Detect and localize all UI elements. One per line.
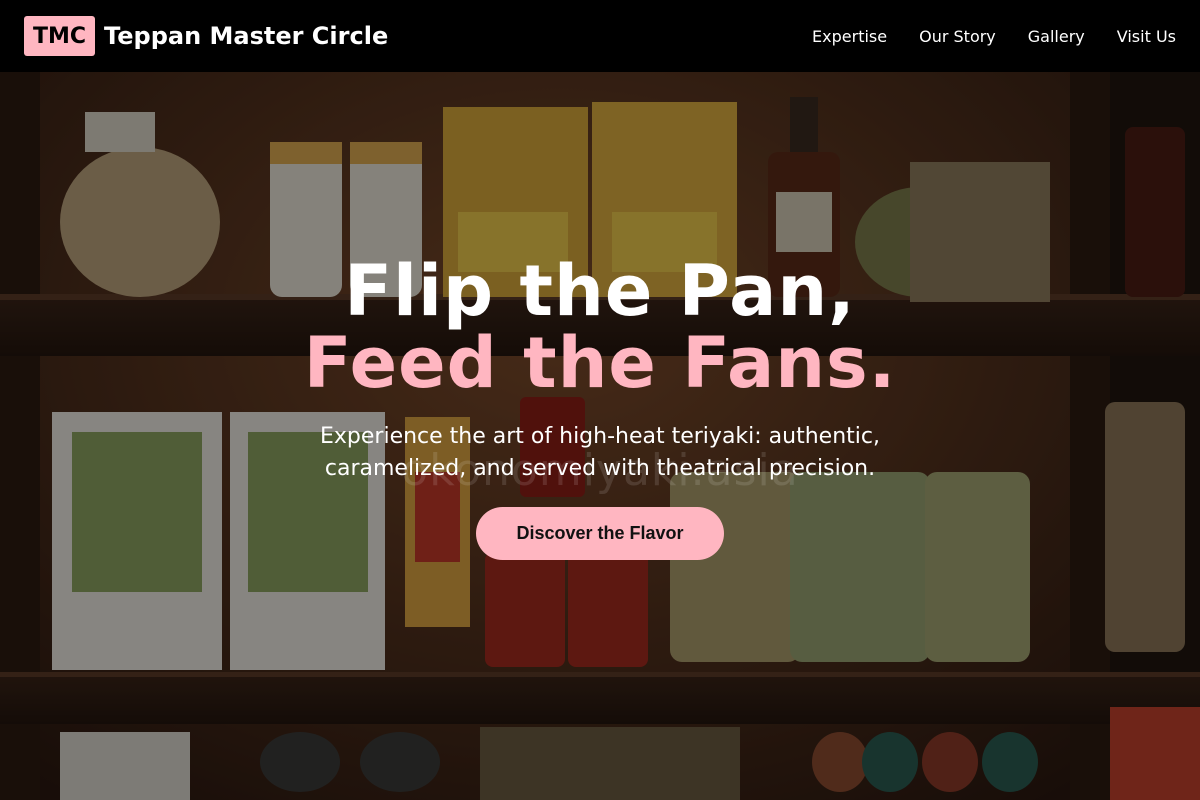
main-nav: Expertise Our Story Gallery Visit Us [812, 27, 1176, 46]
nav-link-gallery[interactable]: Gallery [1028, 27, 1085, 46]
hero-title: Flip the Pan, Feed the Fans. [0, 255, 1200, 399]
hero-title-line-1: Flip the Pan, [344, 250, 856, 332]
hero-section: Flip the Pan, Feed the Fans. Experience … [0, 255, 1200, 560]
logo-badge: TMC [24, 16, 96, 56]
discover-flavor-button[interactable]: Discover the Flavor [476, 507, 724, 560]
nav-link-visit-us[interactable]: Visit Us [1117, 27, 1176, 46]
hero-title-line-2: Feed the Fans. [303, 322, 897, 404]
nav-link-our-story[interactable]: Our Story [919, 27, 996, 46]
brand-name: Teppan Master Circle [104, 22, 389, 50]
nav-link-expertise[interactable]: Expertise [812, 27, 887, 46]
hero-subtitle: Experience the art of high-heat teriyaki… [320, 424, 880, 481]
brand-logo[interactable]: TMC Teppan Master Circle [24, 16, 388, 56]
site-header: TMC Teppan Master Circle Expertise Our S… [0, 0, 1200, 72]
